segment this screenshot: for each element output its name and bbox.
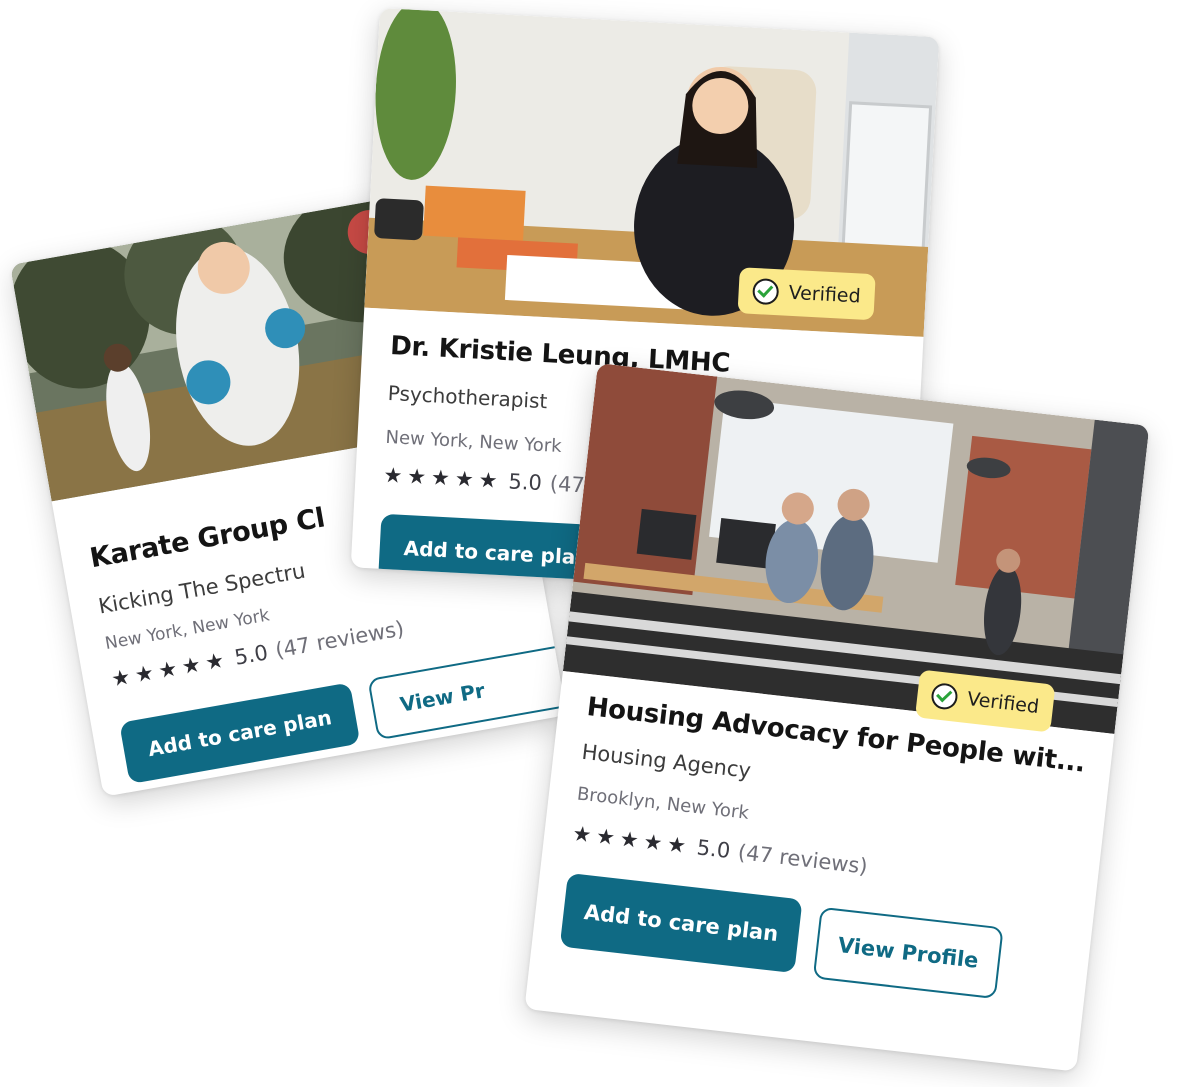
verified-label: Verified xyxy=(788,281,862,308)
star-rating: ★★★★★ xyxy=(109,647,230,691)
star-icon: ★ xyxy=(478,467,499,493)
star-icon: ★ xyxy=(406,464,427,490)
review-count: (47 xyxy=(549,471,586,498)
star-icon: ★ xyxy=(109,664,133,692)
verified-label: Verified xyxy=(966,688,1041,719)
star-icon: ★ xyxy=(571,821,593,848)
card-subtitle: Psychotherapist xyxy=(387,380,548,414)
star-icon: ★ xyxy=(594,823,617,850)
verified-badge: Verified xyxy=(737,267,876,321)
review-count: (47 reviews) xyxy=(273,616,406,663)
add-to-care-plan-button[interactable]: Add to care plan xyxy=(559,872,803,974)
view-profile-button[interactable]: View Pr xyxy=(367,639,567,741)
star-icon: ★ xyxy=(132,660,156,688)
card-photo-housing xyxy=(562,363,1150,734)
star-icon: ★ xyxy=(618,826,641,853)
star-icon: ★ xyxy=(179,652,203,680)
check-circle-icon xyxy=(752,277,780,306)
star-rating: ★★★★★ xyxy=(383,463,503,493)
card-location: Brooklyn, New York xyxy=(575,783,750,824)
rating-value: 5.0 xyxy=(695,835,732,864)
star-icon: ★ xyxy=(203,648,227,675)
check-circle-icon xyxy=(930,681,959,711)
rating-value: 5.0 xyxy=(232,640,270,670)
card-location: New York, New York xyxy=(384,426,563,458)
add-to-care-plan-button[interactable]: Add to care plan xyxy=(119,682,361,785)
card-subtitle: Housing Agency xyxy=(580,739,753,783)
star-icon: ★ xyxy=(382,462,404,488)
star-icon: ★ xyxy=(156,656,180,684)
review-count: (47 reviews) xyxy=(736,840,869,879)
view-profile-button[interactable]: View Profile xyxy=(812,906,1004,1000)
star-rating: ★★★★★ xyxy=(571,821,692,858)
provider-card-housing[interactable]: Verified Housing Advocacy for People wit… xyxy=(524,363,1150,1072)
star-icon: ★ xyxy=(454,466,475,492)
star-icon: ★ xyxy=(430,465,451,491)
star-icon: ★ xyxy=(642,829,664,856)
star-icon: ★ xyxy=(665,832,688,858)
rating-value: 5.0 xyxy=(507,469,543,496)
card-rating: ★★★★★ 5.0 (47 reviews) xyxy=(571,821,869,878)
card-rating: ★ ★ ★ ★ ★ 5.0 (47 xyxy=(383,463,585,498)
